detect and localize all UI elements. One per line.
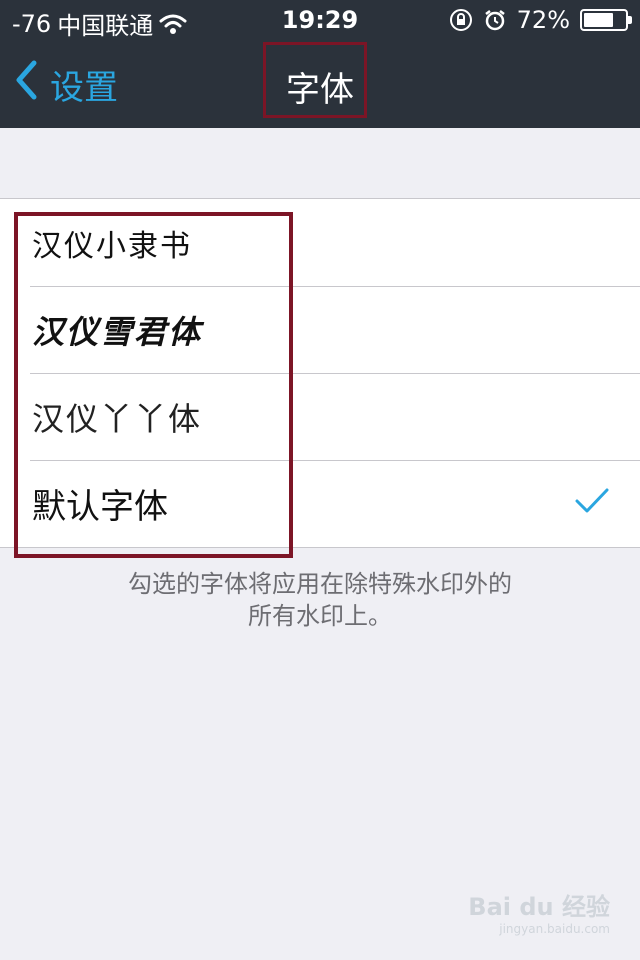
baidu-watermark: Bai du 经验 jingyan.baidu.com — [468, 887, 610, 936]
battery-percent: 72% — [516, 6, 570, 34]
status-right: 72% — [449, 6, 632, 34]
list-highlight-box — [14, 212, 293, 558]
watermark-logo: Bai du 经验 — [468, 893, 610, 921]
footer-note: 勾选的字体将应用在除特殊水印外的 所有水印上。 — [0, 568, 640, 632]
alarm-icon — [483, 8, 507, 32]
status-bar: -76 中国联通 19:29 72% — [0, 0, 640, 40]
battery-icon — [580, 9, 632, 31]
rotation-lock-icon — [449, 8, 473, 32]
watermark-url: jingyan.baidu.com — [499, 922, 610, 936]
footer-note-line2: 所有水印上。 — [248, 602, 392, 630]
footer-note-line1: 勾选的字体将应用在除特殊水印外的 — [128, 570, 512, 598]
checkmark-icon — [574, 484, 610, 524]
battery-fill — [584, 13, 613, 27]
title-highlight-box — [263, 42, 367, 118]
